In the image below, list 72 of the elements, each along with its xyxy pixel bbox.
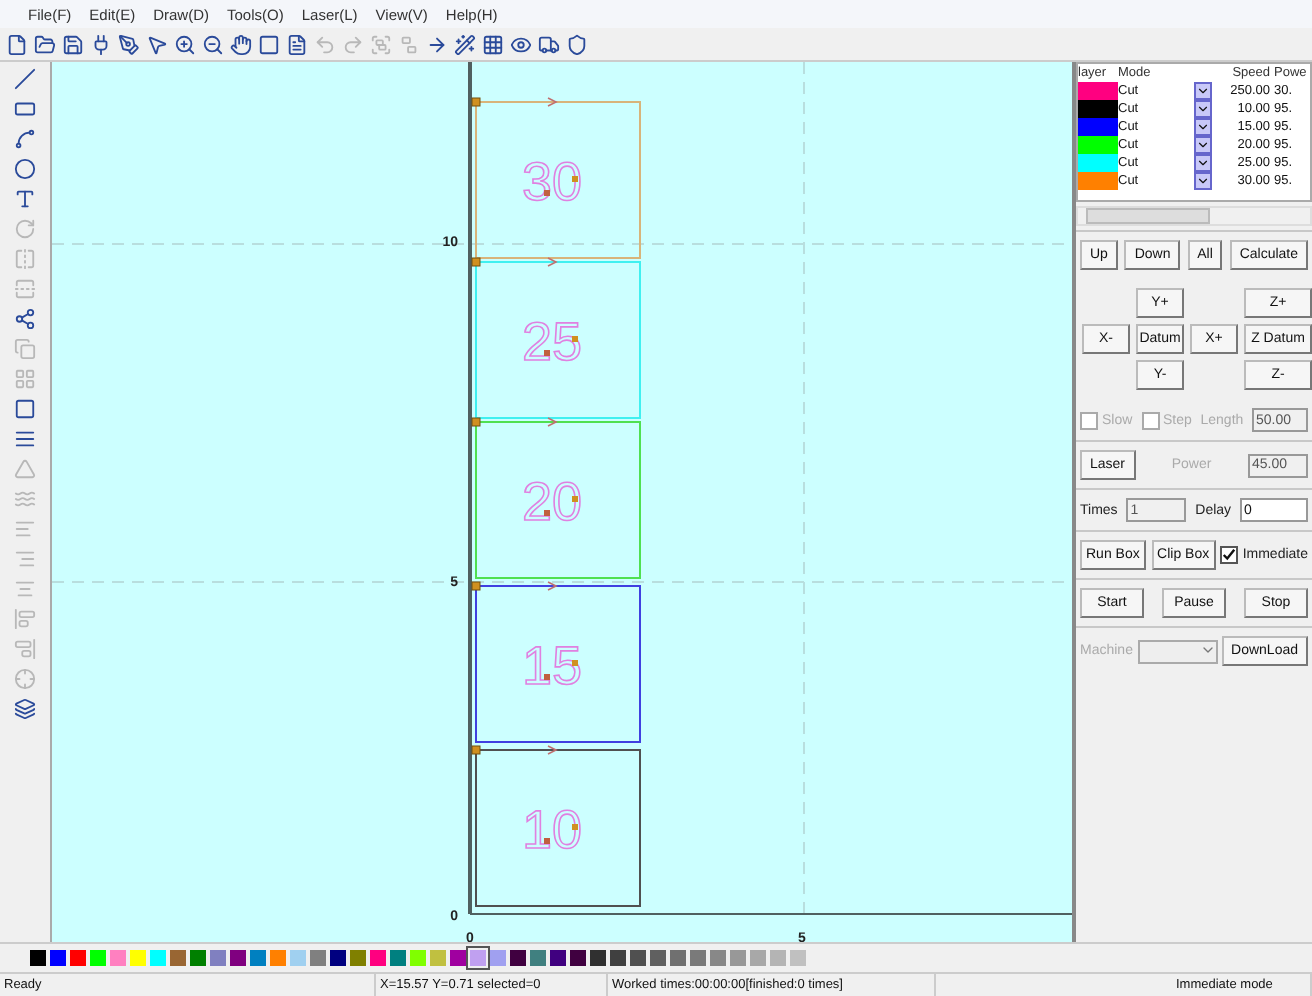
color-swatch[interactable] (150, 949, 166, 966)
color-swatch[interactable] (490, 949, 506, 966)
color-swatch[interactable] (110, 949, 126, 966)
shield-icon[interactable] (566, 33, 588, 56)
color-swatch[interactable] (230, 949, 246, 966)
color-swatch[interactable] (190, 949, 206, 966)
color-swatch[interactable] (250, 949, 266, 966)
dropdown-icon[interactable] (1194, 172, 1212, 191)
square-icon[interactable] (258, 33, 280, 56)
hand-icon[interactable] (230, 33, 252, 56)
curve-icon[interactable] (14, 128, 36, 151)
color-swatch[interactable] (90, 949, 106, 966)
color-swatch[interactable] (50, 949, 66, 966)
color-swatch[interactable] (750, 949, 766, 966)
color-swatch[interactable] (430, 949, 446, 966)
text-icon[interactable] (14, 188, 36, 211)
color-swatch[interactable] (170, 949, 186, 966)
save-icon[interactable] (62, 33, 84, 56)
layers-icon[interactable] (14, 698, 36, 721)
color-swatch[interactable] (370, 949, 386, 966)
color-swatch[interactable] (630, 949, 646, 966)
color-swatch[interactable] (530, 949, 546, 966)
lines-icon[interactable] (14, 428, 36, 451)
checkbox[interactable] (1220, 546, 1239, 565)
color-swatch[interactable] (350, 949, 366, 966)
line-icon[interactable] (14, 68, 36, 91)
truck-icon[interactable] (538, 33, 560, 56)
color-swatch[interactable] (610, 949, 626, 966)
color-swatch[interactable] (730, 949, 746, 966)
pointer-icon[interactable] (146, 33, 168, 56)
plug-icon[interactable] (90, 33, 112, 56)
pen-icon[interactable] (118, 33, 140, 56)
color-swatch[interactable] (410, 949, 426, 966)
color-swatch[interactable] (210, 949, 226, 966)
color-swatch[interactable] (310, 949, 326, 966)
zoom-out-icon[interactable] (202, 33, 224, 56)
grid-icon[interactable] (482, 33, 504, 56)
color-swatch[interactable] (570, 949, 586, 966)
rectangle-icon[interactable] (14, 98, 36, 121)
color-swatch[interactable] (510, 949, 526, 966)
color-swatch[interactable] (590, 949, 606, 966)
color-swatch[interactable] (550, 949, 566, 966)
color-swatch[interactable] (710, 949, 726, 966)
color-swatch[interactable] (390, 949, 406, 966)
dropdown-icon[interactable] (1194, 136, 1212, 155)
color-swatch[interactable] (450, 949, 466, 966)
arrow-icon[interactable] (426, 33, 448, 56)
color-swatch[interactable] (330, 949, 346, 966)
color-swatch[interactable] (690, 949, 706, 966)
new-file-icon[interactable] (6, 33, 28, 56)
color-swatch[interactable] (790, 949, 806, 966)
ellipse-icon[interactable] (14, 158, 36, 181)
color-swatch[interactable] (670, 949, 686, 966)
dropdown-icon[interactable] (1194, 100, 1212, 119)
color-swatch[interactable] (770, 949, 786, 966)
document-icon[interactable] (286, 33, 308, 56)
dropdown-icon[interactable] (1194, 82, 1212, 101)
color-swatch[interactable] (290, 949, 306, 966)
dropdown-icon[interactable] (1194, 118, 1212, 137)
color-swatch[interactable] (130, 949, 146, 966)
color-swatch[interactable] (30, 949, 46, 966)
dropdown-icon[interactable] (1194, 154, 1212, 173)
color-swatch[interactable] (650, 949, 666, 966)
nodes-icon[interactable] (14, 308, 36, 331)
wand-icon[interactable] (454, 33, 476, 56)
horizontal-scrollbar[interactable] (1076, 206, 1312, 227)
preview-icon[interactable] (510, 33, 532, 56)
color-swatch[interactable] (270, 949, 286, 966)
color-swatch[interactable] (70, 949, 86, 966)
color-swatch[interactable] (470, 949, 486, 966)
zoom-in-icon[interactable] (174, 33, 196, 56)
open-folder-icon[interactable] (34, 33, 56, 56)
